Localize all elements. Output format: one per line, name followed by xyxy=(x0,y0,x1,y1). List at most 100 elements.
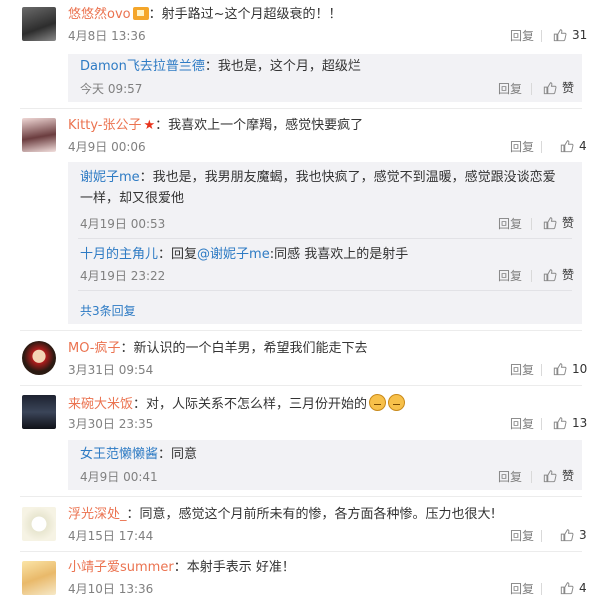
divider xyxy=(78,290,572,291)
like-button[interactable]: 10 xyxy=(553,361,587,377)
avatar[interactable] xyxy=(22,118,56,152)
comment-text: ：本射手表示 好准！ xyxy=(173,560,295,575)
like-label: 赞 xyxy=(562,469,575,483)
reply-date: 今天 09:57 xyxy=(80,82,143,96)
comment-date: 3月30日 23:35 xyxy=(68,417,154,431)
reply-button[interactable]: 回复 xyxy=(510,528,534,544)
commenter-name[interactable]: MO-疯子 xyxy=(68,341,121,356)
sub-reply-box: 女王范懒懒酱：同意 4月9日 00:41 回复 赞 xyxy=(68,440,582,490)
reply-button[interactable]: 回复 xyxy=(498,216,522,232)
commenter-name[interactable]: 悠悠然ovo xyxy=(68,7,131,22)
reply-button[interactable]: 回复 xyxy=(498,268,522,284)
like-button[interactable]: 31 xyxy=(553,27,587,43)
like-button[interactable]: 4 xyxy=(560,138,587,154)
replier-name[interactable]: 谢妮子me xyxy=(80,170,140,185)
comment-text: ：新认识的一个白羊男，希望我们能走下去 xyxy=(120,341,368,356)
comment-text: ：同意，感觉这个月前所未有的惨，各方面各种惨。压力也很大! xyxy=(126,507,496,522)
reply-button[interactable]: 回复 xyxy=(510,139,534,155)
comment-date: 4月8日 13:36 xyxy=(68,29,146,43)
sub-reply-item: 十月的主角儿：回复@谢妮子me:同感 我喜欢上的是射手 xyxy=(80,246,408,264)
like-button[interactable]: 13 xyxy=(553,415,587,431)
divider xyxy=(20,551,582,552)
comment-item: 小靖子爱summer：本射手表示 好准！ 4月10日 13:36 回复 4 xyxy=(0,553,600,611)
action-divider xyxy=(531,218,532,230)
like-button[interactable]: 赞 xyxy=(543,215,574,231)
thumbs-up-icon xyxy=(553,363,567,376)
like-count: 13 xyxy=(572,416,588,430)
reply-button[interactable]: 回复 xyxy=(510,581,534,597)
comment-text: ：我喜欢上一个摩羯，感觉快要疯了 xyxy=(155,118,364,133)
like-button[interactable]: 4 xyxy=(560,580,587,596)
commenter-name[interactable]: 小靖子爱summer xyxy=(68,560,174,575)
comment-item: 来碗大米饭：对，人际关系不怎么样，三月份开始的 3月30日 23:35 回复 1… xyxy=(0,387,600,437)
comment-item: MO-疯子：新认识的一个白羊男，希望我们能走下去 3月31日 09:54 回复 … xyxy=(0,333,600,383)
avatar[interactable] xyxy=(22,7,56,41)
like-button[interactable]: 赞 xyxy=(543,267,574,283)
sub-reply-item: 谢妮子me：我也是，我男朋友魔蝎，我也快疯了，感觉不到温暖，感觉跟没谈恋爱一样，… xyxy=(80,167,566,209)
replier-name[interactable]: 十月的主角儿 xyxy=(80,247,158,262)
like-button[interactable]: 3 xyxy=(560,527,587,543)
thumbs-up-icon xyxy=(553,29,567,42)
sub-reply-box: 谢妮子me：我也是，我男朋友魔蝎，我也快疯了，感觉不到温暖，感觉跟没谈恋爱一样，… xyxy=(68,162,582,324)
reply-text: ：同意 xyxy=(158,447,198,462)
action-divider xyxy=(541,141,542,153)
like-label: 赞 xyxy=(562,268,575,282)
divider xyxy=(20,108,582,109)
reply-date: 4月9日 00:41 xyxy=(80,470,158,484)
action-divider xyxy=(541,583,542,595)
thumbs-up-icon xyxy=(553,417,567,430)
commenter-name[interactable]: Kitty-张公子 xyxy=(68,118,142,133)
reply-text: ：我也是，这个月，超级烂 xyxy=(204,59,361,74)
thumbs-up-icon xyxy=(560,140,574,153)
reply-button[interactable]: 回复 xyxy=(510,416,534,432)
comment-text: ：对，人际关系不怎么样，三月份开始的 xyxy=(133,397,368,412)
action-divider xyxy=(531,83,532,95)
reply-button[interactable]: 回复 xyxy=(510,28,534,44)
action-divider xyxy=(541,530,542,542)
comment-date: 4月9日 00:06 xyxy=(68,140,146,154)
like-button[interactable]: 赞 xyxy=(543,80,574,96)
action-divider xyxy=(531,270,532,282)
like-button[interactable]: 赞 xyxy=(543,468,574,484)
divider xyxy=(20,385,582,386)
action-divider xyxy=(531,471,532,483)
reply-button[interactable]: 回复 xyxy=(498,81,522,97)
comment-date: 3月31日 09:54 xyxy=(68,363,154,377)
replier-name[interactable]: 女王范懒懒酱 xyxy=(80,447,158,462)
reply-date: 4月19日 23:22 xyxy=(80,269,166,283)
thumbs-up-icon xyxy=(560,529,574,542)
reply-button[interactable]: 回复 xyxy=(498,469,522,485)
action-divider xyxy=(541,364,542,376)
reply-date: 4月19日 00:53 xyxy=(80,217,166,231)
replier-name[interactable]: Damon飞去拉普兰德 xyxy=(80,59,205,74)
avatar[interactable] xyxy=(22,507,56,541)
vip-badge-icon xyxy=(132,7,149,20)
avatar[interactable] xyxy=(22,341,56,375)
like-count: 3 xyxy=(579,528,587,542)
reply-text: ：回复 xyxy=(158,247,198,262)
reply-text: ：我也是，我男朋友魔蝎，我也快疯了，感觉不到温暖，感觉跟没谈恋爱一样，却又很爱他 xyxy=(80,170,556,206)
divider xyxy=(20,330,582,331)
commenter-name[interactable]: 来碗大米饭 xyxy=(68,397,133,412)
action-divider xyxy=(541,418,542,430)
reply-text: :同感 我喜欢上的是射手 xyxy=(269,247,409,262)
view-all-replies-link[interactable]: 共3条回复 xyxy=(80,302,136,319)
comment-date: 4月15日 17:44 xyxy=(68,529,154,543)
thumbs-up-icon xyxy=(543,217,557,230)
like-count: 4 xyxy=(579,581,587,595)
comment-item: Kitty-张公子 ★：我喜欢上一个摩羯，感觉快要疯了 4月9日 00:06 回复… xyxy=(0,110,600,160)
reply-button[interactable]: 回复 xyxy=(510,362,534,378)
mention-link[interactable]: @谢妮子me xyxy=(197,247,270,262)
action-divider xyxy=(541,30,542,42)
like-count: 4 xyxy=(579,139,587,153)
commenter-name[interactable]: 浮光深处_ xyxy=(68,507,127,522)
avatar[interactable] xyxy=(22,561,56,595)
like-label: 赞 xyxy=(562,81,575,95)
sad-face-emoji-icon xyxy=(388,394,406,411)
avatar[interactable] xyxy=(22,395,56,429)
like-count: 31 xyxy=(572,28,588,42)
thumbs-up-icon xyxy=(543,269,557,282)
comment-item: 浮光深处_：同意，感觉这个月前所未有的惨，各方面各种惨。压力也很大! 4月15日… xyxy=(0,499,600,549)
sub-reply-box: Damon飞去拉普兰德：我也是，这个月，超级烂 今天 09:57 回复 赞 xyxy=(68,54,582,102)
thumbs-up-icon xyxy=(543,82,557,95)
